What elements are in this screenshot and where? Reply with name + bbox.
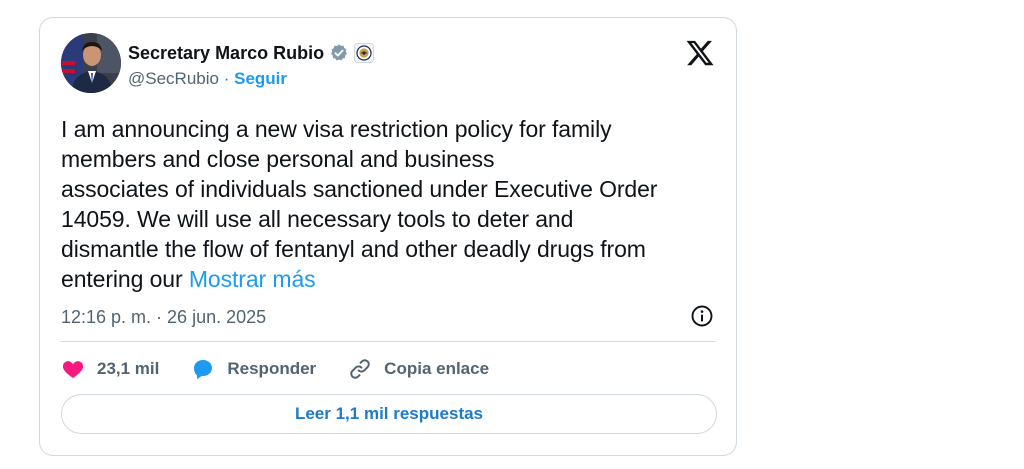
handle-row: @SecRubio · Seguir <box>128 69 287 89</box>
reply-label: Responder <box>227 359 317 378</box>
copy-link-label: Copia enlace <box>384 359 490 378</box>
like-count: 23,1 mil <box>97 359 160 378</box>
author-handle[interactable]: @SecRubio <box>128 69 219 88</box>
author-row: Secretary Marco Rubio <box>128 42 375 64</box>
action-bar: 23,1 mil Responder Copia enlace <box>61 354 521 384</box>
tweet-text: I am announcing a new visa restriction p… <box>61 114 721 294</box>
tweet-timestamp[interactable]: 12:16 p. m. · 26 jun. 2025 <box>61 305 266 329</box>
heart-icon <box>62 361 84 378</box>
avatar[interactable] <box>61 33 121 93</box>
reply-button[interactable]: Responder <box>191 357 316 381</box>
speech-bubble-icon <box>194 360 213 380</box>
follow-button[interactable]: Seguir <box>234 69 287 88</box>
read-replies-label: Leer 1,1 mil respuestas <box>294 404 484 423</box>
tweet-body: I am announcing a new visa restriction p… <box>61 116 658 292</box>
like-button[interactable]: 23,1 mil <box>61 357 159 381</box>
show-more-link[interactable]: Mostrar más <box>189 266 316 292</box>
x-logo-icon[interactable] <box>685 38 715 68</box>
state-department-seal-icon <box>354 43 375 63</box>
link-icon <box>350 359 370 379</box>
copy-link-button[interactable]: Copia enlace <box>348 357 489 381</box>
tweet-card: Secretary Marco Rubio @SecRubio · Seguir… <box>39 17 737 456</box>
info-icon[interactable] <box>690 304 714 328</box>
handle-separator: · <box>223 69 230 88</box>
author-name[interactable]: Secretary Marco Rubio <box>128 42 324 64</box>
verified-badge-icon <box>331 44 347 61</box>
read-replies-button[interactable]: Leer 1,1 mil respuestas <box>61 394 717 434</box>
divider <box>61 341 715 342</box>
